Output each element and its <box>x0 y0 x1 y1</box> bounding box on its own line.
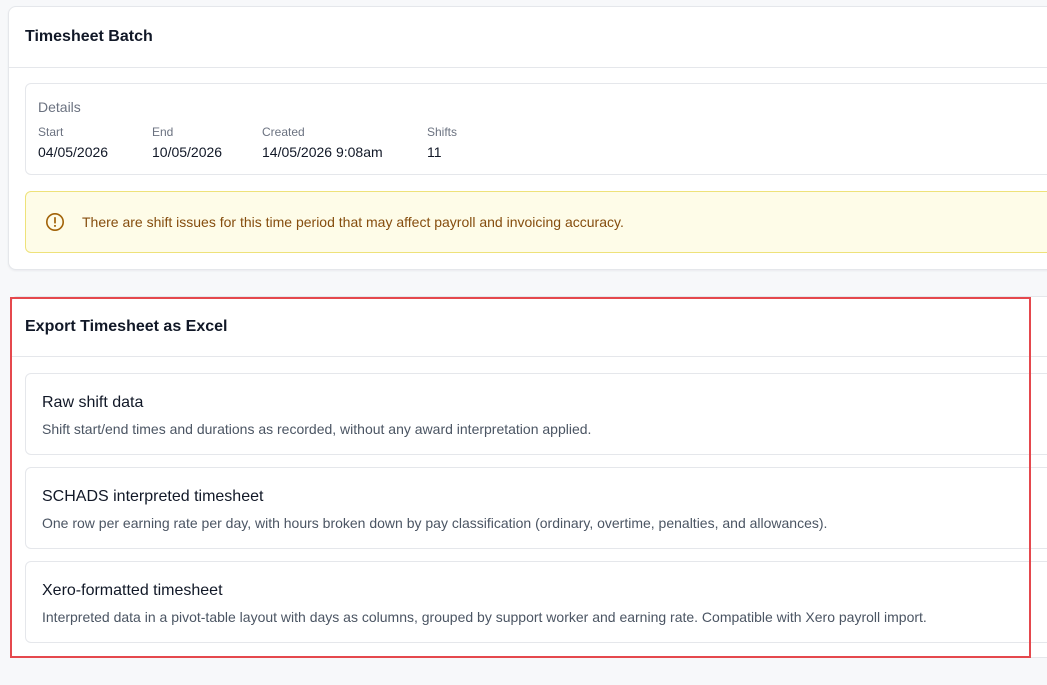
detail-end-label: End <box>152 125 174 139</box>
timesheet-batch-card: Timesheet Batch Details Start 04/05/2026… <box>8 6 1047 270</box>
detail-created-label: Created <box>262 125 305 139</box>
batch-title: Timesheet Batch <box>25 28 153 45</box>
detail-end-value: 10/05/2026 <box>152 144 223 160</box>
option-title: Xero-formatted timesheet <box>42 582 223 599</box>
detail-start-value: 04/05/2026 <box>38 144 109 160</box>
details-panel: Details Start 04/05/2026 End 10/05/2026 … <box>25 83 1047 175</box>
detail-created-value: 14/05/2026 9:08am <box>262 144 383 160</box>
export-option-schads-timesheet[interactable]: SCHADS interpreted timesheet One row per… <box>25 467 1047 549</box>
export-option-xero-timesheet[interactable]: Xero-formatted timesheet Interpreted dat… <box>25 561 1047 643</box>
detail-start-label: Start <box>38 125 64 139</box>
option-title: SCHADS interpreted timesheet <box>42 488 264 505</box>
export-excel-card: Export Timesheet as Excel Raw shift data… <box>11 296 1047 658</box>
export-option-raw-shift-data[interactable]: Raw shift data Shift start/end times and… <box>25 373 1047 455</box>
detail-shifts-label: Shifts <box>427 125 458 139</box>
alert-circle-icon <box>46 213 64 231</box>
export-title: Export Timesheet as Excel <box>25 318 228 335</box>
detail-shifts-value: 11 <box>427 144 442 160</box>
warning-message: There are shift issues for this time per… <box>82 214 624 230</box>
option-description: Shift start/end times and durations as r… <box>42 421 592 437</box>
detail-start: Start 04/05/2026 <box>38 125 108 160</box>
export-divider <box>12 356 1047 357</box>
detail-shifts: Shifts 11 <box>427 125 457 160</box>
detail-created: Created 14/05/2026 9:08am <box>262 125 383 160</box>
option-title: Raw shift data <box>42 394 144 411</box>
option-description: Interpreted data in a pivot-table layout… <box>42 609 927 625</box>
details-heading: Details <box>38 99 81 115</box>
detail-end: End 10/05/2026 <box>152 125 222 160</box>
batch-divider <box>9 67 1047 68</box>
option-description: One row per earning rate per day, with h… <box>42 515 828 531</box>
shift-issues-warning: There are shift issues for this time per… <box>25 191 1047 253</box>
